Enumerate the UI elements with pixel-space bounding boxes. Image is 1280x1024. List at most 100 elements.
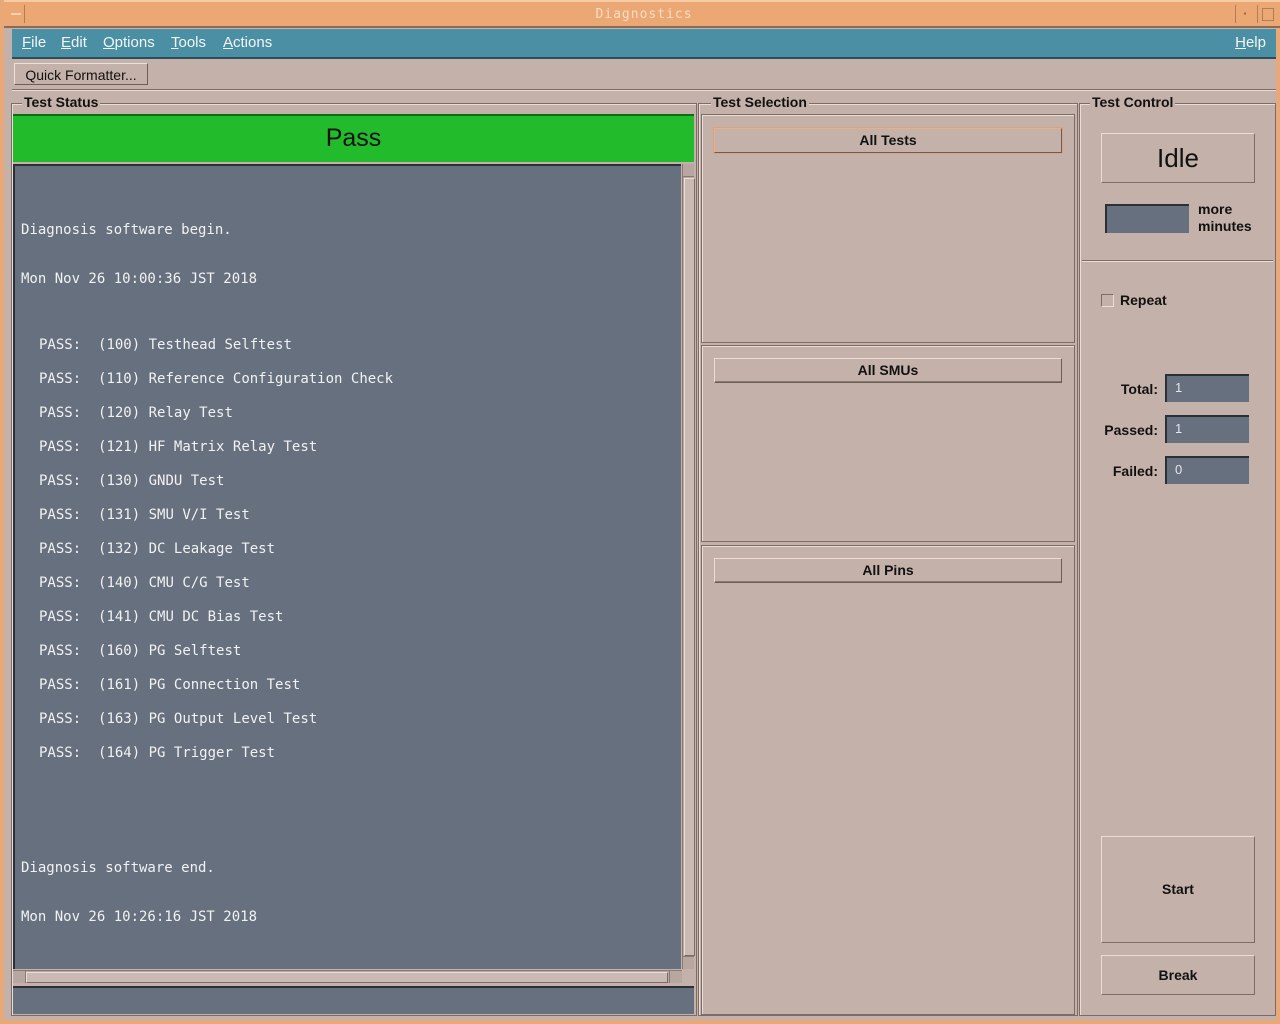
log-entry: PASS: (132) DC Leakage Test <box>21 541 681 558</box>
log-entry-name: PG Output Level Test <box>148 711 318 727</box>
log-entry: PASS: (100) Testhead Selftest <box>21 337 681 354</box>
menu-edit-mnemonic: E <box>61 34 72 51</box>
log-entry-code: (140) <box>98 575 141 591</box>
log-entry-code: (141) <box>98 609 141 625</box>
failed-field: 0 <box>1165 456 1249 484</box>
passed-field: 1 <box>1165 415 1249 443</box>
minimize-icon[interactable]: ▪ <box>1235 5 1254 23</box>
all-tests-button[interactable]: All Tests <box>714 128 1062 153</box>
log-entry-name: PG Connection Test <box>148 677 301 693</box>
menu-help-label: elp <box>1245 34 1266 51</box>
log-horizontal-scroll-thumb[interactable] <box>26 972 668 983</box>
menu-options-mnemonic: O <box>103 34 115 51</box>
log-entry-code: (161) <box>98 677 141 693</box>
log-entry-code: (130) <box>98 473 141 489</box>
log-entry: PASS: (121) HF Matrix Relay Test <box>21 439 681 456</box>
log-entry-name: DC Leakage Test <box>148 541 276 557</box>
menu-file[interactable]: File <box>22 34 46 51</box>
log-entry: PASS: (141) CMU DC Bias Test <box>21 609 681 626</box>
log-entry-code: (121) <box>98 439 141 455</box>
menu-edit-label: dit <box>71 34 87 51</box>
log-entry-code: (163) <box>98 711 141 727</box>
log-entry: PASS: (161) PG Connection Test <box>21 677 681 694</box>
test-result-banner: Pass <box>13 114 694 162</box>
break-button[interactable]: Break <box>1101 955 1255 995</box>
menu-bar: File Edit Options Tools Actions Help <box>12 29 1276 59</box>
scroll-right-icon[interactable] <box>669 971 682 983</box>
log-entry-status: PASS: <box>39 439 82 455</box>
log-gap <box>21 388 681 405</box>
log-entry-code: (100) <box>98 337 141 353</box>
log-entry-status: PASS: <box>39 405 82 421</box>
more-minutes-label-line2: minutes <box>1198 218 1252 234</box>
toolbar-divider <box>12 89 1276 91</box>
total-label: Total: <box>1120 381 1158 397</box>
scroll-up-icon[interactable] <box>683 164 694 177</box>
log-gap <box>21 490 681 507</box>
log-entry: PASS: (163) PG Output Level Test <box>21 711 681 728</box>
menu-options-label: ptions <box>114 34 155 51</box>
log-vertical-scrollbar[interactable] <box>682 164 695 969</box>
control-divider <box>1082 260 1273 262</box>
menu-tools[interactable]: Tools <box>171 34 206 51</box>
log-entries: PASS: (100) Testhead Selftest PASS: (110)… <box>21 320 681 762</box>
repeat-checkbox[interactable] <box>1101 294 1114 307</box>
menu-actions[interactable]: Actions <box>223 34 272 51</box>
log-horizontal-scrollbar[interactable] <box>13 970 682 983</box>
all-tests-pane: All Tests <box>701 114 1075 343</box>
log-entry-name: Reference Configuration Check <box>148 371 394 387</box>
log-entry-status: PASS: <box>39 677 82 693</box>
log-entry-status: PASS: <box>39 541 82 557</box>
menu-tools-mnemonic: T <box>171 34 179 51</box>
log-entry-status: PASS: <box>39 745 82 761</box>
menu-tools-label: ools <box>178 34 207 51</box>
log-gap <box>21 694 681 711</box>
menu-file-label: ile <box>31 34 47 51</box>
log-entry-status: PASS: <box>39 337 82 353</box>
menu-options[interactable]: Options <box>103 34 155 51</box>
log-gap <box>21 320 681 337</box>
log-end-message: Diagnosis software end. <box>21 860 215 876</box>
test-log[interactable]: Diagnosis software begin. Mon Nov 26 10:… <box>13 164 681 969</box>
all-pins-button[interactable]: All Pins <box>714 558 1062 583</box>
diagnostics-window: Diagnostics ▪ File Edit Options Tools Ac… <box>0 0 1280 1024</box>
log-entry-code: (110) <box>98 371 141 387</box>
start-button[interactable]: Start <box>1101 836 1255 943</box>
log-entry: PASS: (120) Relay Test <box>21 405 681 422</box>
all-smus-button[interactable]: All SMUs <box>714 358 1062 383</box>
more-minutes-input[interactable] <box>1105 204 1189 233</box>
log-entry-status: PASS: <box>39 643 82 659</box>
test-state-indicator: Idle <box>1101 133 1255 183</box>
repeat-label: Repeat <box>1120 292 1167 308</box>
more-minutes-label-line1: more <box>1198 201 1233 217</box>
title-bar[interactable]: Diagnostics ▪ <box>4 0 1280 28</box>
log-vertical-scroll-thumb[interactable] <box>684 178 695 956</box>
log-entry-name: Testhead Selftest <box>148 337 292 353</box>
log-gap <box>21 558 681 575</box>
total-field: 1 <box>1165 374 1249 402</box>
all-pins-pane: All Pins <box>701 545 1075 1015</box>
test-selection-title: Test Selection <box>711 94 809 110</box>
status-message-field <box>13 986 694 1014</box>
passed-label: Passed: <box>1104 422 1158 438</box>
log-entry-status: PASS: <box>39 473 82 489</box>
menu-edit[interactable]: Edit <box>61 34 87 51</box>
failed-label: Failed: <box>1112 463 1158 479</box>
log-entry-code: (131) <box>98 507 141 523</box>
log-entry-code: (164) <box>98 745 141 761</box>
scroll-down-icon[interactable] <box>683 956 694 969</box>
log-entry: PASS: (130) GNDU Test <box>21 473 681 490</box>
window-title: Diagnostics <box>595 7 693 22</box>
menu-help[interactable]: Help <box>1235 34 1266 51</box>
log-entry-name: PG Trigger Test <box>148 745 276 761</box>
log-entry-code: (132) <box>98 541 141 557</box>
menu-actions-label: ctions <box>233 34 273 51</box>
log-entry-status: PASS: <box>39 575 82 591</box>
menu-help-mnemonic: H <box>1235 34 1246 51</box>
test-control-title: Test Control <box>1090 94 1176 110</box>
scroll-left-icon[interactable] <box>13 971 26 983</box>
log-entry-status: PASS: <box>39 371 82 387</box>
quick-formatter-button[interactable]: Quick Formatter... <box>14 63 148 85</box>
maximize-icon[interactable] <box>1257 5 1276 23</box>
log-gap <box>21 422 681 439</box>
